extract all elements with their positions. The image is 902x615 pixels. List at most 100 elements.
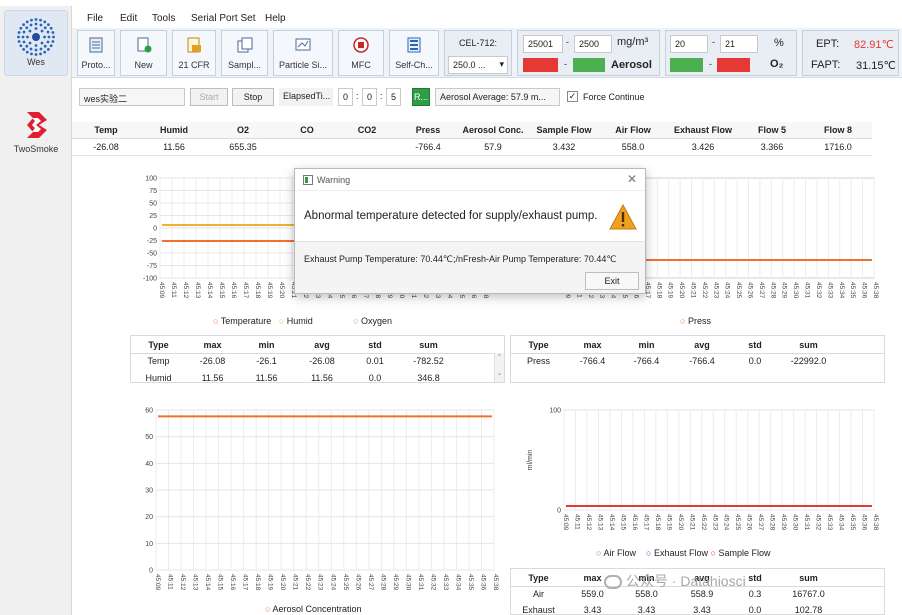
live-col-header: Flow 5 xyxy=(740,122,804,139)
record-icon xyxy=(353,37,369,53)
x-tick-label: 45:12 xyxy=(182,282,189,299)
x-tick-label: 45:25 xyxy=(342,574,349,591)
exit-button[interactable]: Exit xyxy=(585,272,639,290)
protocol-button[interactable]: Proto... xyxy=(77,30,115,76)
o2-unit: % xyxy=(774,37,784,49)
close-icon[interactable]: ✕ xyxy=(627,172,637,186)
legend-air-flow-label: Air Flow xyxy=(603,548,636,558)
x-tick-label: 45:30 xyxy=(404,574,411,591)
scroll-up-icon[interactable]: ⌃ xyxy=(495,353,504,361)
stats-cell: 3.43 xyxy=(637,605,656,615)
chart1-legend: ○ Temperature ○ Humid ○ Oxygen xyxy=(213,316,392,326)
ept-label: EPT: xyxy=(816,38,840,50)
y-tick-label: 20 xyxy=(145,514,153,521)
cel-select[interactable]: 250.0 ... ▾ xyxy=(448,56,508,74)
sample-button[interactable]: Sampl... xyxy=(221,30,268,76)
x-tick-label: 45:32 xyxy=(815,514,822,531)
menu-tools[interactable]: Tools xyxy=(152,13,175,24)
x-tick-label: 45:20 xyxy=(279,574,286,591)
stats-col-header: max xyxy=(203,340,222,350)
check-list-icon xyxy=(407,37,421,53)
aerosol-concentration-chart: 45:09 45:11 45:12 45:13 45:14 45:15 45:16 45:17… xyxy=(145,408,499,591)
aerosol-low-input[interactable]: 25001 xyxy=(523,35,563,53)
x-tick-label: 45:27 xyxy=(367,574,374,591)
legend-humid-icon: ○ xyxy=(278,316,285,326)
aerosol-high-input[interactable]: 2500 xyxy=(574,35,612,53)
sidebar-item-label: Wes xyxy=(27,57,45,67)
x-tick-label: 45:32 xyxy=(815,282,822,299)
sidebar-item-label: TwoSmoke xyxy=(13,144,59,154)
dialog-detail: Exhaust Pump Temperature: 70.44℃;/nFresh… xyxy=(304,254,617,264)
elapsed-hours-input[interactable]: 0 xyxy=(338,88,353,106)
aerosol-panel: 25001 - 2500 mg/m³ - Aerosol xyxy=(517,30,660,76)
o2-label: O₂ xyxy=(770,58,784,70)
x-tick-label: 45:31 xyxy=(804,282,811,299)
new-doc-icon xyxy=(137,37,151,53)
self-check-button[interactable]: Self-Ch... xyxy=(389,30,439,76)
menu-file[interactable]: File xyxy=(87,13,103,24)
twosmoke-logo-icon xyxy=(27,112,47,138)
stop-button[interactable]: Stop xyxy=(232,88,274,106)
chart4-legend: ○ Air Flow ○ Exhaust Flow ○ Sample Flow xyxy=(596,548,770,558)
x-tick-label: 45:28 xyxy=(769,514,776,531)
flow-chart: 45:09 45:11 45:12 45:13 45:14 45:15 45:16 45:17… xyxy=(527,408,879,531)
stats-cell: -26.08 xyxy=(199,356,226,366)
live-col-header: Humid xyxy=(140,122,208,139)
force-continue-checkbox[interactable]: ✓ xyxy=(567,91,578,102)
stats-cell: 0.0 xyxy=(748,356,762,366)
x-tick-label: 45:38 xyxy=(492,574,499,591)
live-cell: 57.9 xyxy=(458,139,528,156)
stats-cell: -22992.0 xyxy=(790,356,827,366)
stats-col-header: std xyxy=(748,340,762,350)
o2-high-input[interactable]: 21 xyxy=(720,35,758,53)
x-tick-label: 45:30 xyxy=(792,282,799,299)
wechat-icon xyxy=(604,575,622,590)
x-tick-label: 45:15 xyxy=(218,282,225,299)
legend-exhaust-flow-icon: ○ xyxy=(645,548,652,558)
x-tick-label: 45:29 xyxy=(780,514,787,531)
new-button[interactable]: New xyxy=(120,30,167,76)
stats-cell: Temp xyxy=(147,356,170,366)
legend-oxygen-label: Oxygen xyxy=(360,316,392,326)
scroll-down-icon[interactable]: ⌄ xyxy=(495,369,504,377)
x-tick-label: 45:26 xyxy=(354,574,361,591)
x-tick-label: 45:09 xyxy=(562,514,569,531)
sidebar-item-twosmoke[interactable]: TwoSmoke xyxy=(4,106,68,164)
x-tick-label: 45:19 xyxy=(667,282,674,299)
x-tick-label: 45:29 xyxy=(392,574,399,591)
live-col-header: Flow 8 xyxy=(804,122,872,139)
elapsed-minutes-input[interactable]: 0 xyxy=(362,88,377,106)
legend-sample-flow-icon: ○ xyxy=(710,548,716,558)
start-button[interactable]: Start xyxy=(190,88,228,106)
x-tick-label: 45:15 xyxy=(217,574,224,591)
menu-serial-port-set[interactable]: Serial Port Set xyxy=(191,13,255,24)
stats-scrollbar[interactable]: ⌃ ⌄ xyxy=(494,353,504,382)
x-tick-label: 45:17 xyxy=(642,514,649,531)
o2-high-indicator xyxy=(717,58,750,72)
experiment-name-input[interactable]: wes实验二 xyxy=(79,88,185,106)
chart2-legend: ○ Press xyxy=(680,316,711,326)
cfr-button[interactable]: 21 CFR xyxy=(172,30,216,76)
y-tick-label: -100 xyxy=(143,276,157,283)
o2-low-input[interactable]: 20 xyxy=(670,35,708,53)
particle-size-button[interactable]: Particle Si... xyxy=(273,30,333,76)
x-tick-label: 45:11 xyxy=(167,574,174,590)
x-tick-label: 45:18 xyxy=(254,574,261,591)
sidebar-item-wes[interactable]: Wes xyxy=(4,10,68,76)
menu-help[interactable]: Help xyxy=(265,13,286,24)
elapsed-seconds-input[interactable]: 5 xyxy=(386,88,401,106)
plot-area xyxy=(563,409,875,511)
stats-cell: -766.4 xyxy=(633,356,660,366)
legend-press-label: Press xyxy=(687,316,711,326)
y-tick-label: 100 xyxy=(549,408,561,415)
x-tick-label: 45:18 xyxy=(254,282,261,299)
o2-panel: 20 - 21 % - O₂ xyxy=(665,30,797,76)
live-cell: 655.35 xyxy=(208,139,278,156)
r-button[interactable]: R... xyxy=(412,88,430,106)
live-col-header: Air Flow xyxy=(600,122,666,139)
mfc-button[interactable]: MFC xyxy=(338,30,384,76)
x-tick-label: 45:14 xyxy=(204,574,211,591)
menu-edit[interactable]: Edit xyxy=(120,13,137,24)
y-axis-label: ml/min xyxy=(527,450,534,471)
menu-bar: File Edit Tools Serial Port Set Help xyxy=(72,6,902,28)
